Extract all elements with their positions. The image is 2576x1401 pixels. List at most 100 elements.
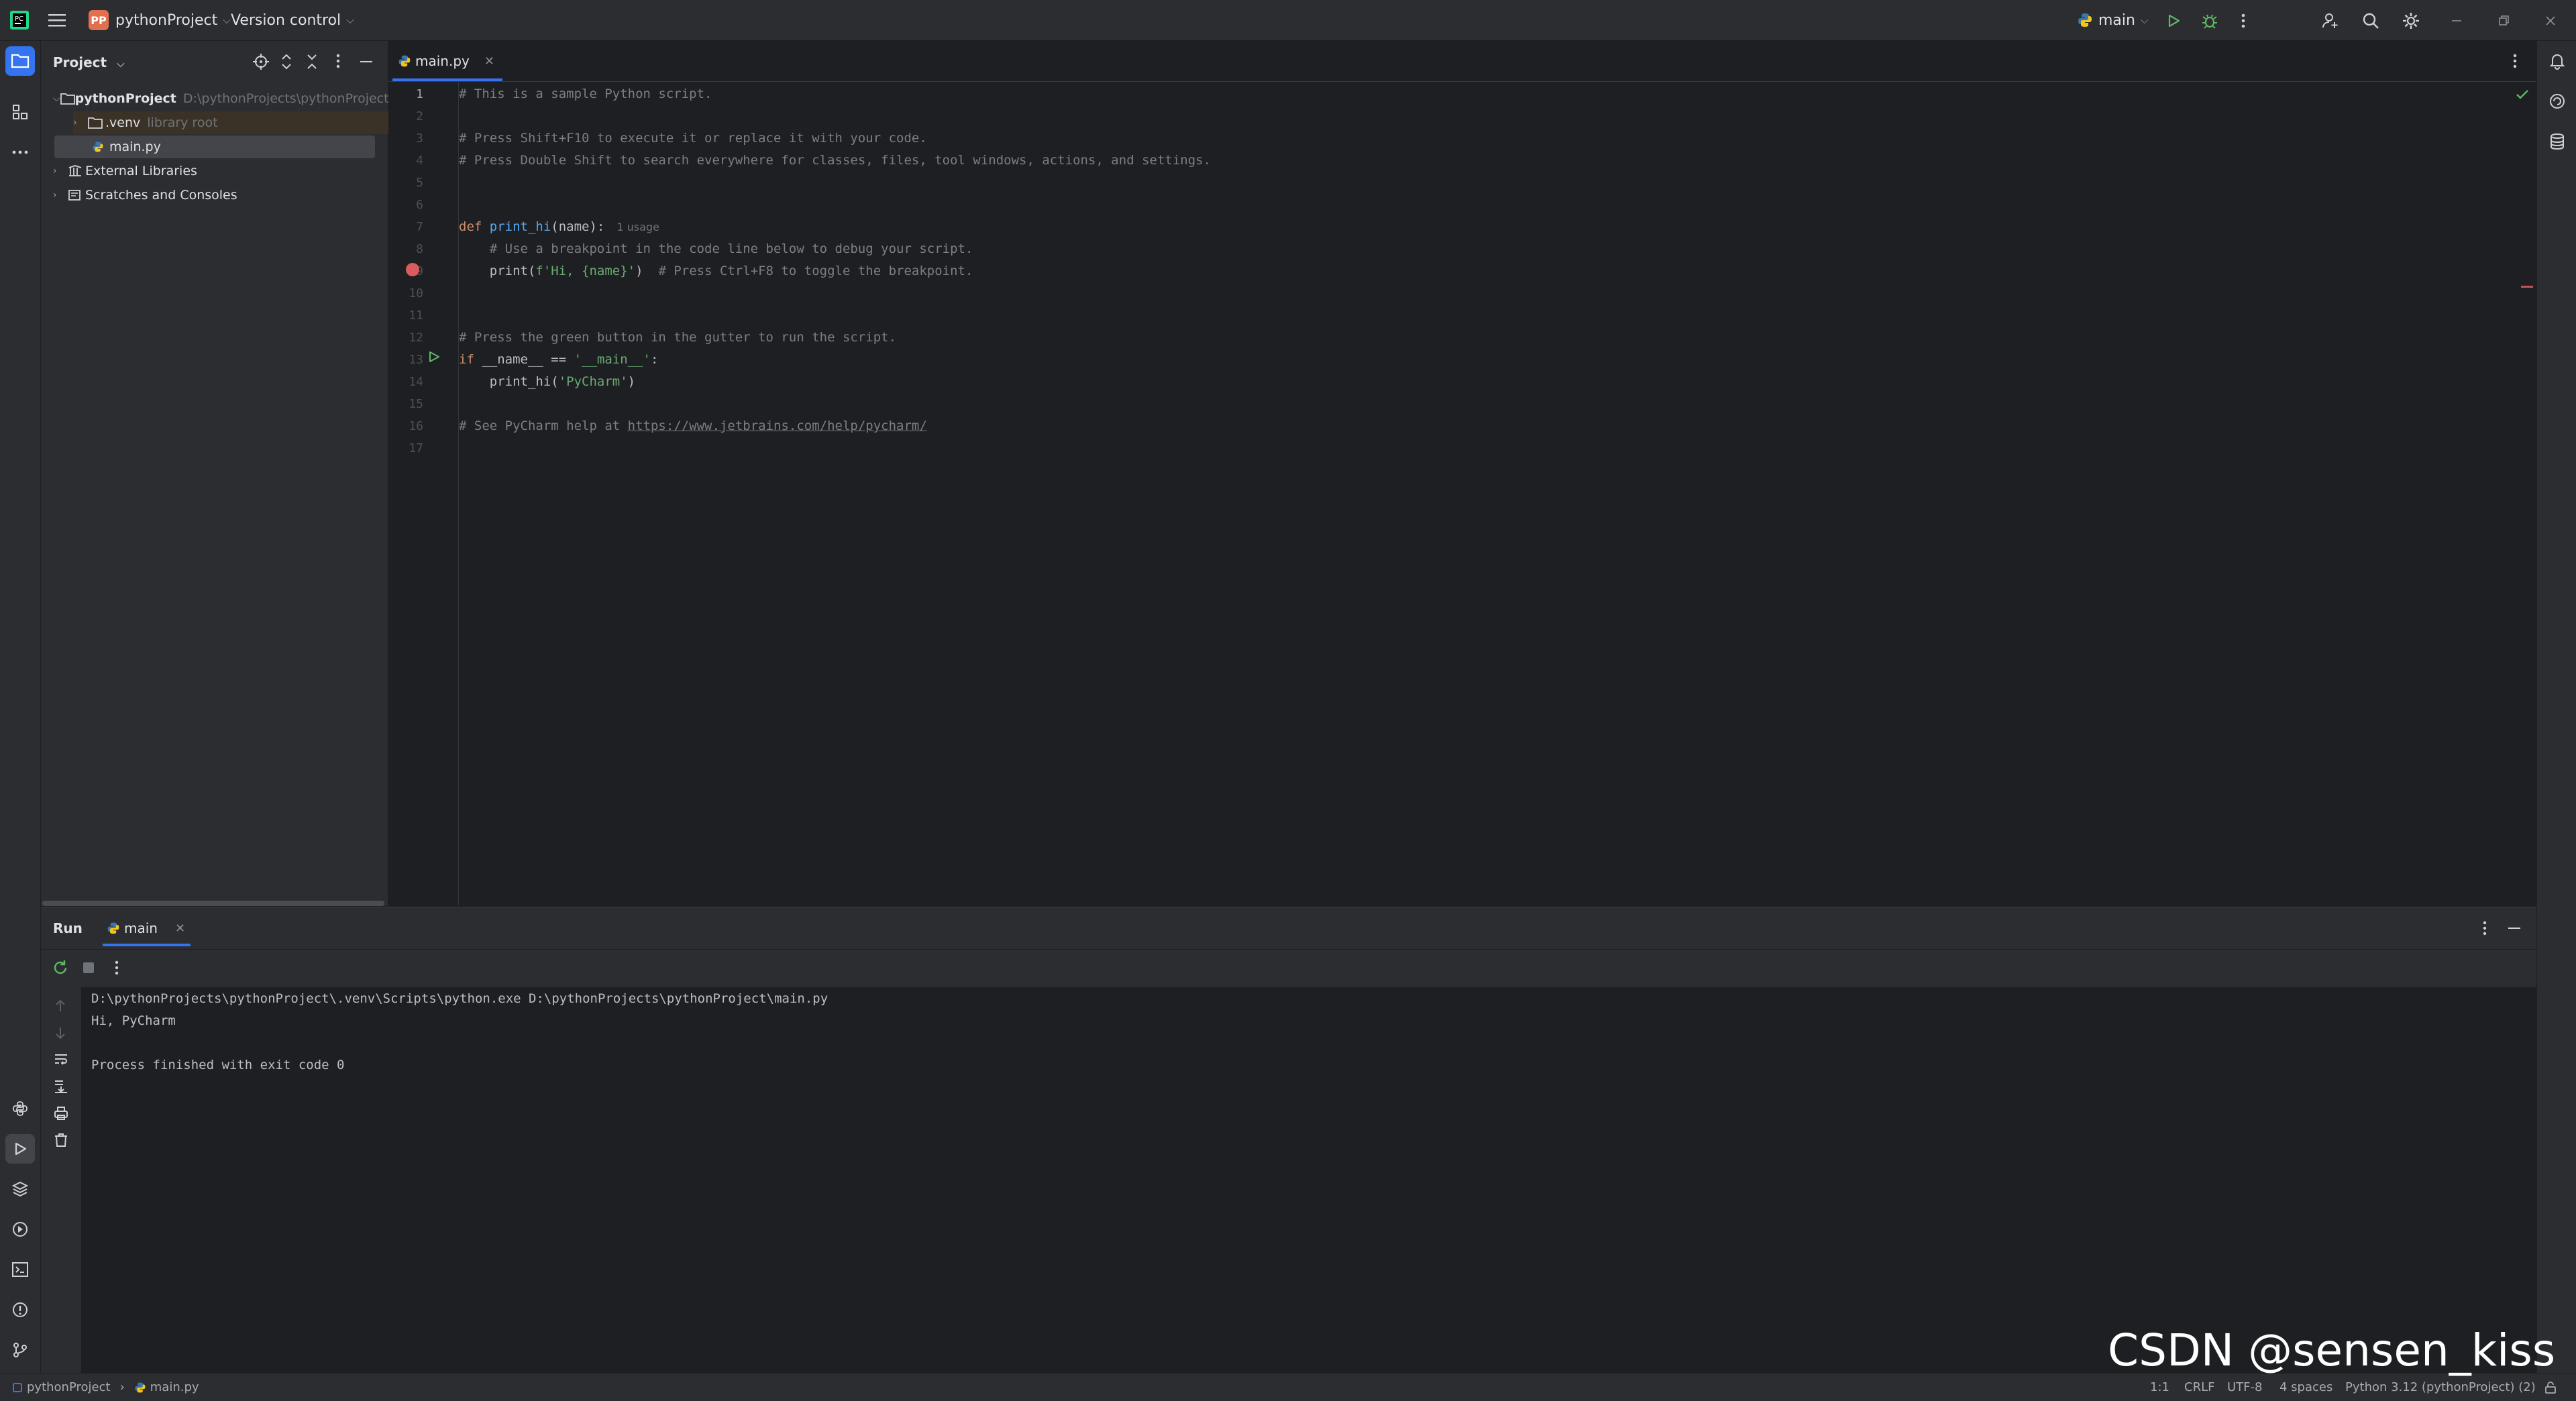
- run-tool-icon[interactable]: [5, 1134, 35, 1164]
- hide-panel-icon[interactable]: [359, 53, 374, 70]
- run-icon[interactable]: [2163, 10, 2184, 32]
- terminal-icon[interactable]: [5, 1255, 35, 1284]
- scroll-up-icon[interactable]: [53, 998, 68, 1014]
- more-actions-icon[interactable]: [2233, 10, 2254, 32]
- code-line-7: def print_hi(name): 1 usage: [459, 216, 659, 238]
- editor-gutter[interactable]: 1 2 3 4 5 6 7 8 9 10 11 12 13 14 15 16 1…: [388, 82, 459, 905]
- breadcrumb-file[interactable]: main.py: [150, 1380, 199, 1394]
- file-encoding[interactable]: UTF-8: [2227, 1374, 2262, 1401]
- code-line-9: print(f'Hi, {name}') # Press Ctrl+F8 to …: [459, 260, 973, 282]
- caret-position[interactable]: 1:1: [2150, 1374, 2169, 1401]
- run-tab-label: main: [124, 920, 158, 936]
- tree-item-scratches[interactable]: › Scratches and Consoles: [53, 184, 382, 207]
- expand-all-icon[interactable]: [279, 53, 294, 70]
- version-control-menu[interactable]: Version control ⌵: [231, 0, 354, 40]
- project-horizontal-scrollbar[interactable]: [42, 901, 384, 906]
- locate-file-icon[interactable]: [252, 53, 270, 70]
- project-folder-icon[interactable]: [5, 46, 35, 76]
- right-tool-strip: [2536, 41, 2576, 1373]
- close-tab-icon[interactable]: ✕: [175, 921, 185, 936]
- string-literal: '__main__': [574, 352, 651, 367]
- status-bar: pythonProject › main.py 1:1 CRLF UTF-8 4…: [0, 1373, 2576, 1401]
- keyword: def: [459, 219, 482, 234]
- app-logo-icon[interactable]: PC: [9, 0, 30, 40]
- print-icon[interactable]: [53, 1105, 69, 1121]
- line-number: 13: [409, 353, 423, 367]
- add-user-icon[interactable]: [2320, 10, 2341, 32]
- services-icon[interactable]: [5, 1215, 35, 1244]
- run-config-label: main: [2098, 11, 2135, 29]
- close-window-icon[interactable]: [2540, 10, 2561, 32]
- line-separator[interactable]: CRLF: [2184, 1374, 2214, 1401]
- line-number: 8: [416, 242, 423, 256]
- run-gutter-icon[interactable]: [427, 350, 441, 363]
- notifications-bell-icon[interactable]: [2542, 46, 2572, 76]
- trash-icon[interactable]: [53, 1132, 69, 1148]
- tree-item-external-libraries[interactable]: › External Libraries: [53, 160, 382, 182]
- help-link[interactable]: https://www.jetbrains.com/help/pycharm/: [628, 418, 927, 433]
- main-menu-icon[interactable]: [48, 0, 67, 40]
- scratches-icon: [68, 189, 85, 201]
- code-line-13: if __name__ == '__main__':: [459, 349, 658, 371]
- panel-options-icon[interactable]: [336, 53, 340, 69]
- project-switcher[interactable]: PP pythonProject ⌵: [89, 0, 231, 40]
- code-text: :: [651, 352, 659, 367]
- collapse-all-icon[interactable]: [305, 53, 319, 70]
- error-stripe-marker[interactable]: [2521, 286, 2533, 288]
- restore-icon[interactable]: [2493, 10, 2514, 32]
- soft-wrap-icon[interactable]: [53, 1052, 69, 1068]
- editor-options-icon[interactable]: [2513, 53, 2517, 69]
- layers-icon[interactable]: [5, 1174, 35, 1204]
- problems-icon[interactable]: [5, 1295, 35, 1325]
- comment: # Press Double Shift to search everywher…: [459, 153, 1212, 168]
- tree-item-project-root[interactable]: ⌵ pythonProject D:\pythonProjects\python…: [53, 87, 389, 110]
- comment: # Press Shift+F10 to execute it or repla…: [459, 131, 927, 146]
- minimize-icon[interactable]: [2446, 10, 2467, 32]
- no-problems-check-icon[interactable]: [2516, 89, 2529, 101]
- search-icon[interactable]: [2360, 10, 2381, 32]
- run-tab-main[interactable]: main ✕: [103, 907, 191, 949]
- line-number: 4: [416, 154, 423, 168]
- code-text: print(: [459, 264, 536, 278]
- chevron-right-icon: ›: [53, 166, 57, 176]
- indent-setting[interactable]: 4 spaces: [2279, 1374, 2332, 1401]
- rerun-icon[interactable]: [52, 959, 69, 976]
- lock-icon[interactable]: [2544, 1374, 2557, 1401]
- usage-hint[interactable]: 1 usage: [616, 221, 659, 233]
- editor-tab-main-py[interactable]: main.py ✕: [392, 41, 502, 81]
- database-icon[interactable]: [2542, 127, 2572, 156]
- project-name: pythonProject: [115, 11, 218, 29]
- python-packages-icon[interactable]: [5, 1094, 35, 1123]
- tree-item-library-hint: library root: [147, 115, 218, 130]
- project-panel-title[interactable]: Project ⌵: [53, 54, 124, 70]
- line-number: 7: [416, 220, 423, 234]
- structure-icon[interactable]: [5, 97, 35, 127]
- python-file-icon: [398, 54, 411, 68]
- stop-icon[interactable]: [81, 960, 96, 975]
- tree-item-venv[interactable]: › .venv library root: [73, 111, 402, 134]
- chevron-down-icon: ⌵: [2140, 14, 2149, 26]
- close-tab-icon[interactable]: ✕: [484, 54, 494, 68]
- run-panel-options-icon[interactable]: [2483, 920, 2487, 936]
- ai-assistant-icon[interactable]: [2542, 87, 2572, 116]
- python-interpreter[interactable]: Python 3.12 (pythonProject) (2): [2345, 1374, 2536, 1401]
- git-branch-icon[interactable]: [5, 1335, 35, 1365]
- run-config-selector[interactable]: main ⌵: [2077, 0, 2148, 40]
- breadcrumb-project[interactable]: pythonProject: [27, 1380, 111, 1394]
- chevron-down-icon: ⌵: [53, 93, 60, 104]
- code-editor[interactable]: # This is a sample Python script. # Pres…: [459, 82, 2536, 905]
- tree-item-label: main.py: [109, 139, 161, 154]
- svg-text:PC: PC: [15, 15, 23, 23]
- tree-item-main-py[interactable]: main.py: [54, 135, 375, 158]
- debug-icon[interactable]: [2199, 10, 2220, 32]
- more-actions-icon[interactable]: [115, 960, 119, 975]
- run-panel-header: Run main ✕: [41, 907, 2536, 949]
- scroll-to-end-icon[interactable]: [53, 1078, 69, 1095]
- hide-panel-icon[interactable]: [2507, 920, 2522, 936]
- settings-gear-icon[interactable]: [2400, 10, 2422, 32]
- run-toolbar: [41, 950, 2536, 988]
- scroll-down-icon[interactable]: [53, 1025, 68, 1041]
- more-tools-icon[interactable]: [5, 137, 35, 167]
- run-panel-title[interactable]: Run: [53, 907, 83, 949]
- breakpoint-icon[interactable]: [406, 263, 419, 276]
